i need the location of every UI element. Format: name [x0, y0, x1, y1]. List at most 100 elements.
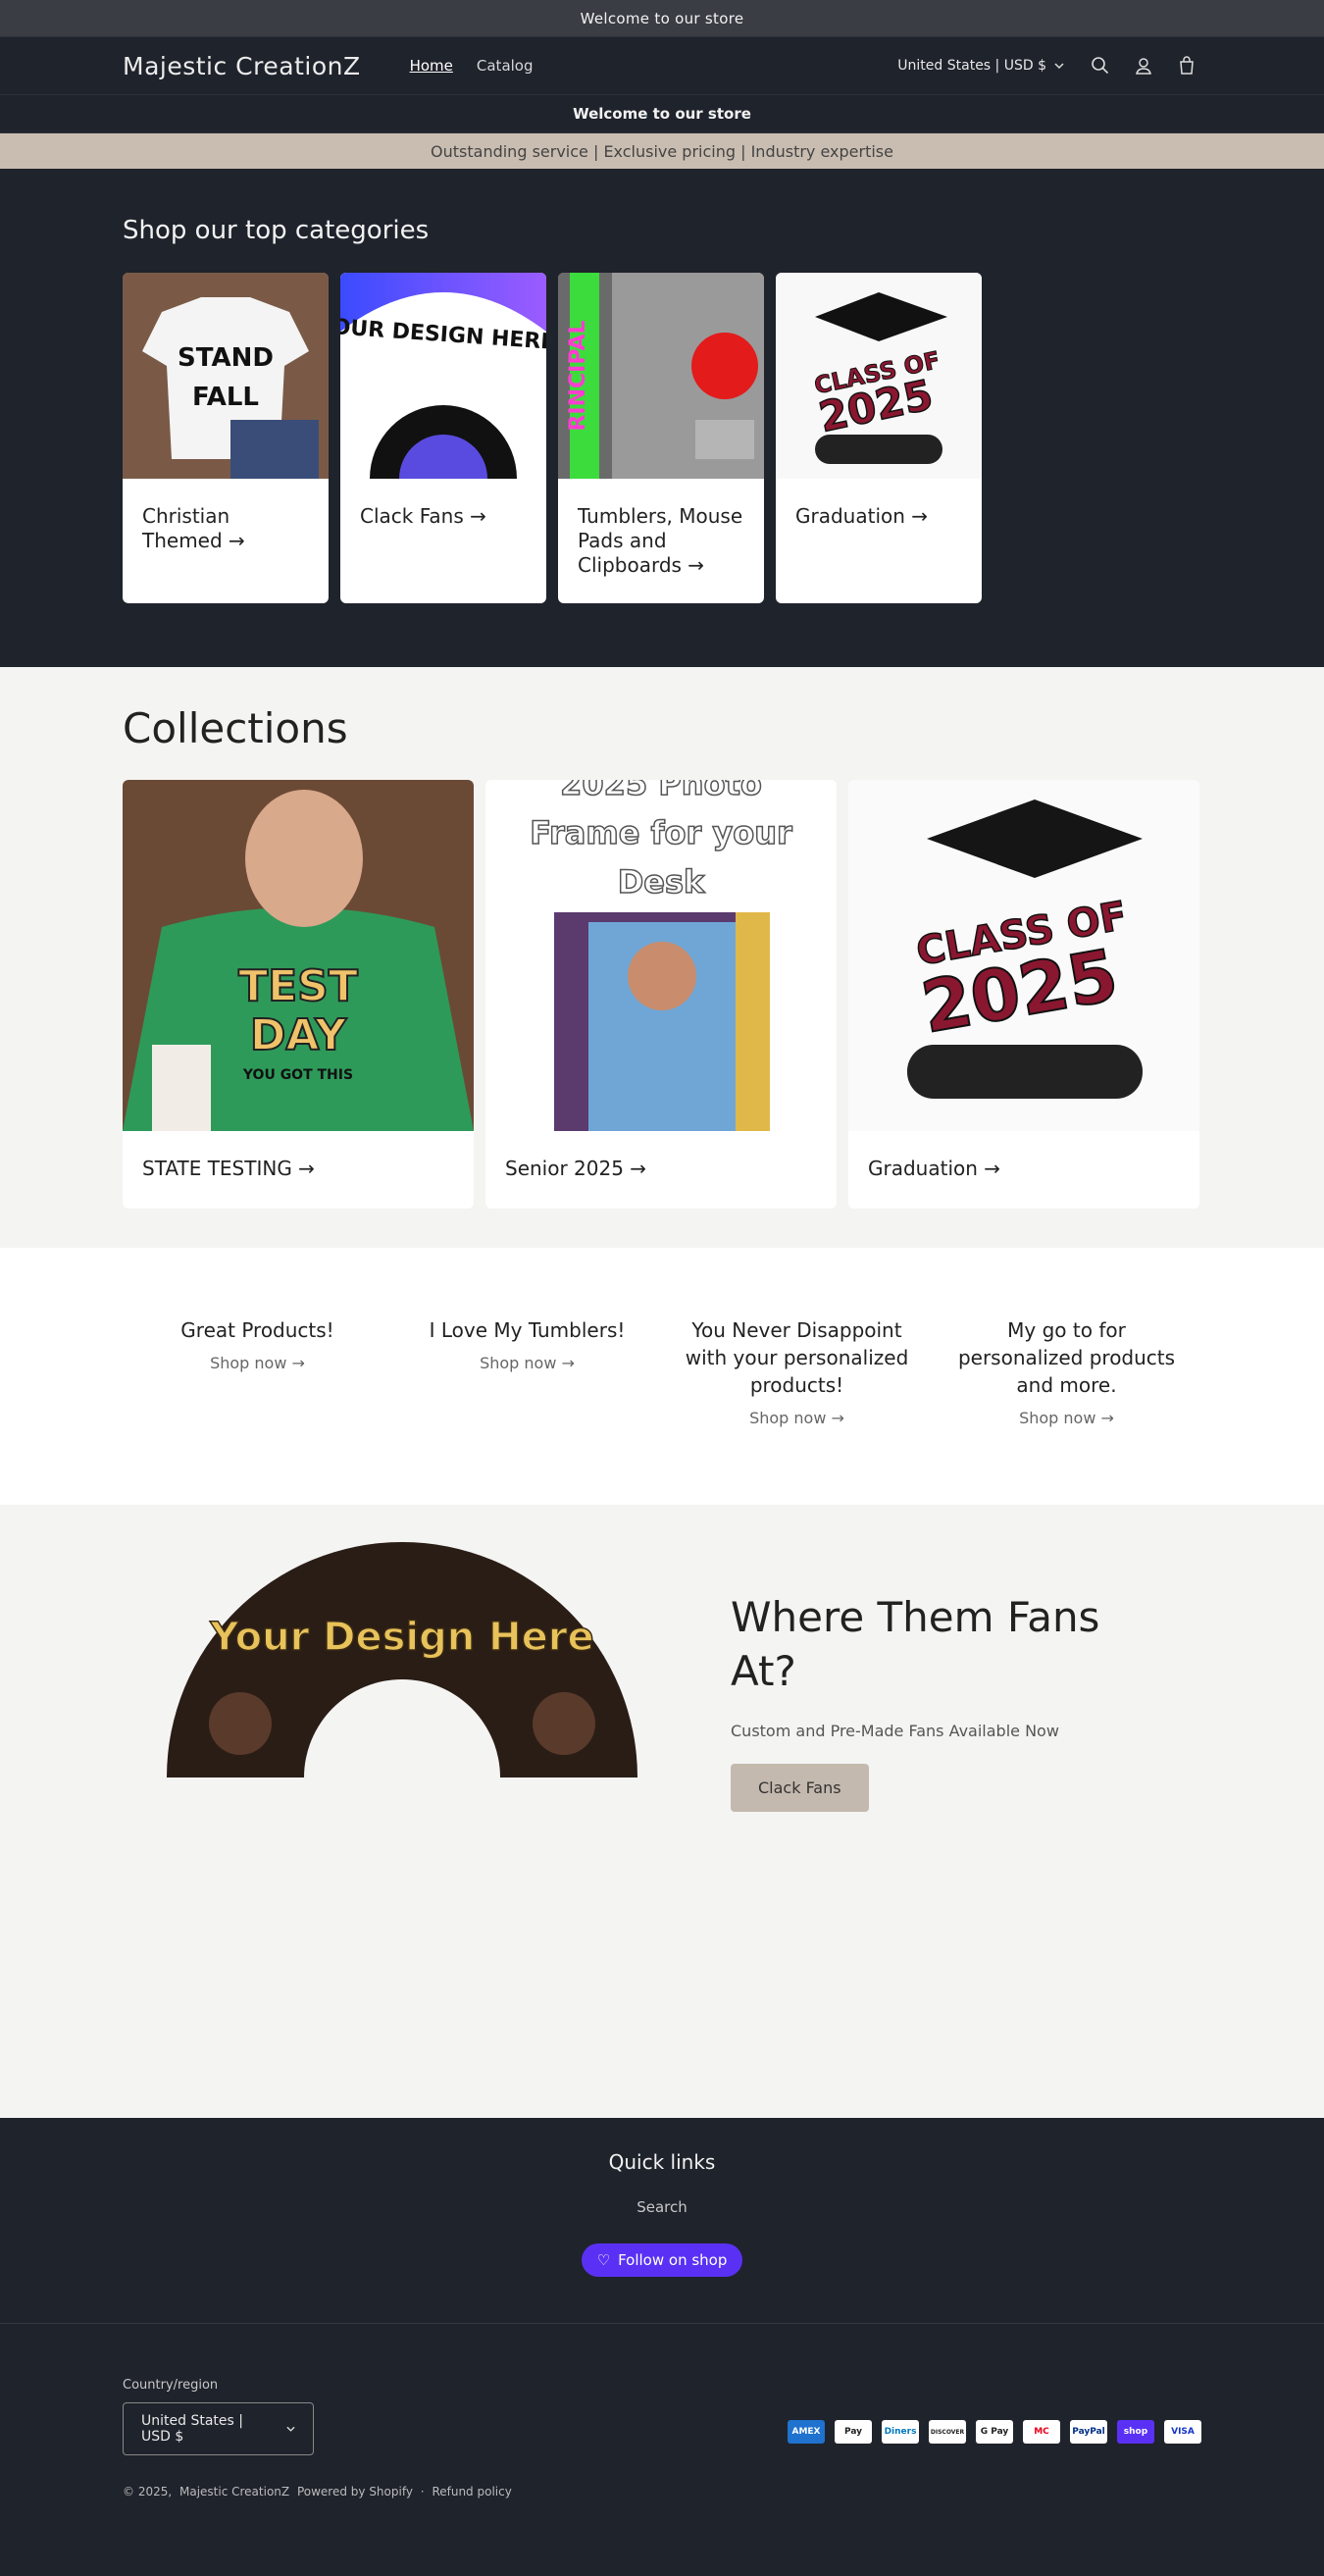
discover-icon: DISCOVER [929, 2420, 966, 2444]
collections-section: Collections TEST DAY YOU GOT THIS STATE … [0, 667, 1324, 1248]
quick-links: Quick links Search ♡ Follow on shop [0, 2150, 1324, 2277]
svg-text:Your Design Here: Your Design Here [209, 1615, 593, 1660]
announcement-bar: Welcome to our store [0, 0, 1324, 36]
nav-catalog[interactable]: Catalog [465, 49, 545, 82]
clack-fans-button[interactable]: Clack Fans [731, 1764, 869, 1813]
store-logo[interactable]: Majestic CreationZ [123, 52, 361, 80]
main-nav: Home Catalog [398, 49, 545, 82]
testimonial-item: I Love My Tumblers! Shop now → [392, 1316, 662, 1505]
country-selector[interactable]: United States | USD $ [897, 58, 1064, 74]
fan-image: Your Design Here [123, 1542, 682, 1777]
section-heading: Collections [123, 704, 348, 752]
shop-now-link[interactable]: Shop now → [142, 1354, 373, 1372]
footer-bottom: Country/region United States | USD $ AME… [0, 2324, 1324, 2455]
svg-text:2025 Photo: 2025 Photo [560, 780, 762, 802]
category-title[interactable]: Christian Themed → [123, 479, 329, 553]
region-label: Country/region [123, 2378, 219, 2393]
region-block: Country/region United States | USD $ [123, 2378, 314, 2455]
svg-text:DAY: DAY [250, 1010, 347, 1060]
dot-separator: · [420, 2485, 425, 2499]
section-heading: Shop our top categories [123, 216, 430, 245]
category-card-clack-fans[interactable]: OUR DESIGN HERE Clack Fans → [340, 273, 546, 603]
svg-text:STAND: STAND [178, 343, 274, 373]
payment-icons: AMEX Pay Diners DISCOVER G Pay MC PayPal… [788, 2420, 1201, 2455]
cart-icon[interactable] [1172, 51, 1201, 80]
shop-now-link[interactable]: Shop now → [412, 1354, 642, 1372]
testimonial-quote: My go to for personalized products and m… [957, 1318, 1176, 1397]
nav-home[interactable]: Home [398, 49, 465, 82]
collection-title[interactable]: Senior 2025 → [485, 1131, 837, 1180]
testimonial-quote: You Never Disappoint with your personali… [685, 1318, 909, 1397]
header-actions: United States | USD $ [897, 51, 1201, 80]
refund-policy-link[interactable]: Refund policy [432, 2485, 511, 2499]
paypal-icon: PayPal [1070, 2420, 1107, 2444]
copyright-brand-link[interactable]: Majestic CreationZ [179, 2485, 289, 2499]
collection-title[interactable]: Graduation → [848, 1131, 1199, 1180]
arrow-right-icon: → [1100, 1409, 1114, 1427]
svg-text:Desk: Desk [618, 863, 705, 901]
feature-description: Custom and Pre-Made Fans Available Now [731, 1722, 1059, 1741]
quick-links-heading: Quick links [608, 2150, 716, 2174]
category-title[interactable]: Graduation → [776, 479, 982, 529]
testimonial-quote: I Love My Tumblers! [429, 1318, 626, 1342]
svg-text:YOU GOT THIS: YOU GOT THIS [242, 1067, 353, 1083]
category-grid: STAND FALL Christian Themed → OUR DESIGN… [123, 273, 1201, 603]
collection-image: CLASS OF 2025 [848, 780, 1199, 1131]
category-card-christian[interactable]: STAND FALL Christian Themed → [123, 273, 329, 603]
arrow-right-icon: → [561, 1354, 575, 1372]
announcement-text: Welcome to our store [580, 9, 744, 27]
region-selector[interactable]: United States | USD $ [123, 2402, 314, 2455]
country-label: United States | USD $ [897, 58, 1046, 74]
collection-image: TEST DAY YOU GOT THIS [123, 780, 474, 1131]
announcement-bar-2: Welcome to our store [0, 95, 1324, 133]
tagline-bar: Outstanding service | Exclusive pricing … [0, 133, 1324, 169]
collection-card-senior-2025[interactable]: 2025 Photo Frame for your Desk Senior 20… [485, 780, 837, 1209]
collection-grid: TEST DAY YOU GOT THIS STATE TESTING → 20… [123, 780, 1201, 1209]
site-footer: Quick links Search ♡ Follow on shop Coun… [0, 2118, 1324, 2576]
site-header: Majestic CreationZ Home Catalog United S… [0, 36, 1324, 95]
follow-on-shop-button[interactable]: ♡ Follow on shop [581, 2243, 743, 2277]
amex-icon: AMEX [788, 2420, 825, 2444]
category-title[interactable]: Clack Fans → [340, 479, 546, 529]
region-value: United States | USD $ [141, 2413, 243, 2445]
category-image: RINCIPAL [558, 273, 764, 479]
shop-now-link[interactable]: Shop now → [951, 1409, 1182, 1427]
copyright-year: © 2025, [123, 2485, 173, 2499]
category-card-graduation[interactable]: CLASS OF 2025 Graduation → [776, 273, 982, 603]
collection-image: 2025 Photo Frame for your Desk [485, 780, 837, 1131]
diners-icon: Diners [882, 2420, 919, 2444]
testimonial-quote: Great Products! [180, 1318, 334, 1342]
collection-card-graduation[interactable]: CLASS OF 2025 Graduation → [848, 780, 1199, 1209]
feature-text: Where Them Fans At? Custom and Pre-Made … [731, 1542, 1172, 2118]
announcement-text-2: Welcome to our store [573, 105, 751, 123]
arrow-right-icon: → [291, 1354, 305, 1372]
svg-text:TEST: TEST [238, 961, 358, 1011]
shop-now-link[interactable]: Shop now → [682, 1409, 912, 1427]
visa-icon: VISA [1164, 2420, 1201, 2444]
shop-pay-icon: shop [1117, 2420, 1154, 2444]
search-icon[interactable] [1086, 51, 1115, 80]
copyright: © 2025, Majestic CreationZ Powered by Sh… [0, 2455, 1324, 2499]
collection-card-state-testing[interactable]: TEST DAY YOU GOT THIS STATE TESTING → [123, 780, 474, 1209]
footer-link-search[interactable]: Search [0, 2198, 1324, 2216]
tagline-text: Outstanding service | Exclusive pricing … [431, 141, 893, 161]
chevron-down-icon [286, 2426, 295, 2432]
powered-by-link[interactable]: Powered by Shopify [297, 2485, 413, 2499]
heart-icon: ♡ [596, 2251, 611, 2269]
arrow-right-icon: → [831, 1409, 844, 1427]
svg-text:RINCIPAL: RINCIPAL [566, 320, 590, 431]
account-icon[interactable] [1129, 51, 1158, 80]
category-title[interactable]: Tumblers, Mouse Pads and Clipboards → [558, 479, 764, 578]
top-categories-section: Shop our top categories STAND FALL Chris… [0, 169, 1324, 667]
category-card-tumblers[interactable]: RINCIPAL Tumblers, Mouse Pads and Clipbo… [558, 273, 764, 603]
testimonials-section: Great Products! Shop now → I Love My Tum… [0, 1248, 1324, 1505]
follow-label: Follow on shop [618, 2251, 728, 2269]
category-image: OUR DESIGN HERE [340, 273, 546, 479]
apple-pay-icon: Pay [835, 2420, 872, 2444]
collection-title[interactable]: STATE TESTING → [123, 1131, 474, 1180]
category-image: STAND FALL [123, 273, 329, 479]
testimonial-item: Great Products! Shop now → [123, 1316, 392, 1505]
category-image: CLASS OF 2025 [776, 273, 982, 479]
svg-text:Frame for your: Frame for your [530, 814, 792, 851]
testimonial-item: You Never Disappoint with your personali… [662, 1316, 932, 1505]
